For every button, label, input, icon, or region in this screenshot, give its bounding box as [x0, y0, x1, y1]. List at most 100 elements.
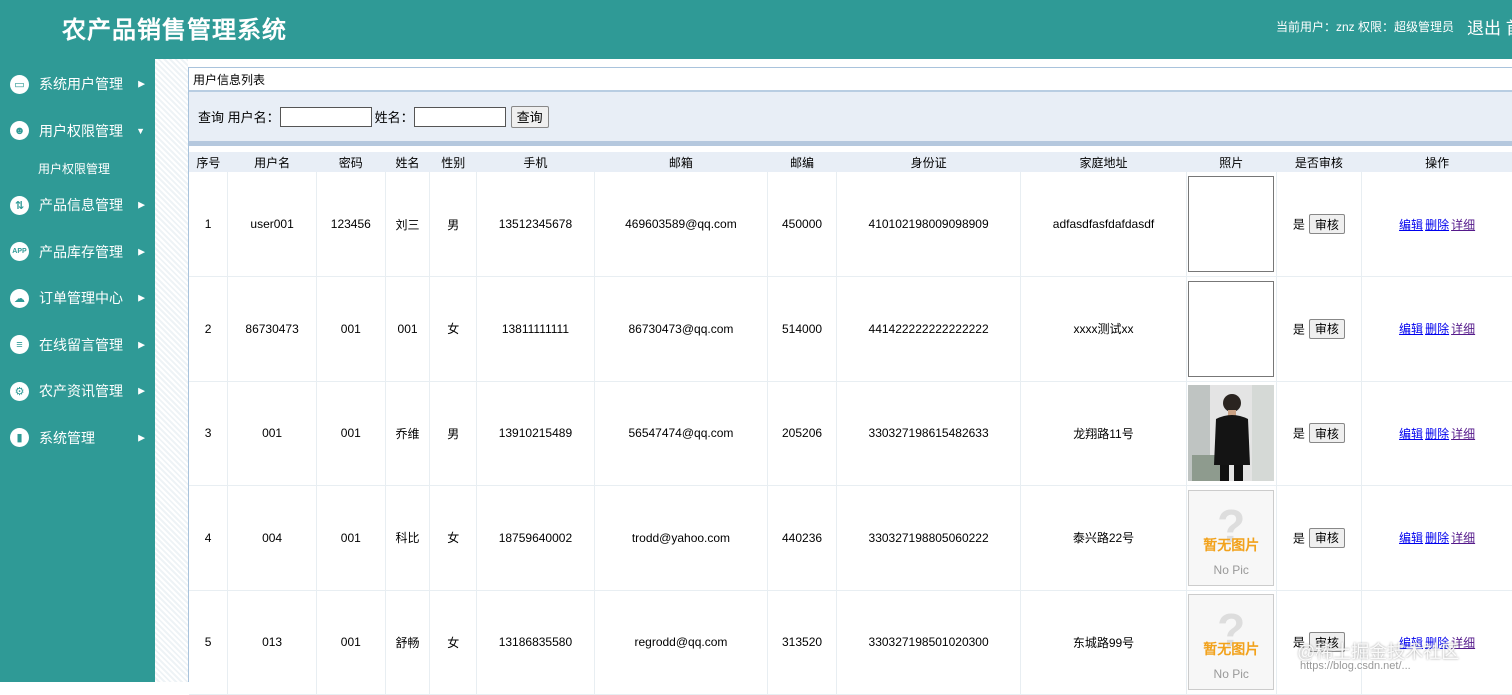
photo-cell	[1186, 276, 1277, 382]
phone-cell: 18759640002	[476, 485, 595, 591]
address-cell: 龙翔路11号	[1020, 381, 1187, 486]
name-cell: 001	[385, 276, 431, 382]
password-cell: 123456	[316, 172, 386, 277]
no-pic-placeholder: ? 暂无图片 No Pic	[1188, 594, 1275, 691]
sidebar-item-label: 用户权限管理	[39, 122, 123, 139]
edit-link[interactable]: 编辑	[1399, 218, 1423, 232]
stack-icon: ≡	[10, 335, 29, 355]
sidebar-item-label: 系统管理	[39, 429, 95, 446]
photo-cell: ? 暂无图片 No Pic	[1186, 485, 1277, 591]
delete-link[interactable]: 删除	[1425, 218, 1449, 232]
name-search-label: 姓名：	[374, 110, 414, 125]
table-row: 3 001 001 乔维男 13910215489 56547474@qq.com 2052…	[189, 381, 1512, 486]
sidebar-item-label: 在线留言管理	[39, 336, 123, 353]
username-cell: 013	[227, 590, 317, 695]
zip-cell: 514000	[767, 276, 837, 382]
sidebar-item-label: 农产资讯管理	[39, 383, 123, 400]
phone-cell: 13811111111	[476, 276, 595, 382]
column-header: 是否审核	[1276, 152, 1362, 172]
audit-button[interactable]: 审核	[1308, 318, 1345, 339]
name-cell: 刘三	[385, 172, 431, 277]
name-search-input[interactable]	[413, 106, 506, 127]
gender-cell: 男	[429, 172, 478, 277]
sidebar-item-messages[interactable]: ≡ 在线留言管理 ▶	[0, 322, 155, 369]
edit-link[interactable]: 编辑	[1399, 531, 1423, 545]
chart-icon: ▮	[10, 428, 29, 448]
username-search-input[interactable]	[279, 106, 372, 127]
panel-title: 用户信息列表	[189, 68, 1512, 92]
password-cell: 001	[316, 276, 386, 382]
audit-cell: 是审核	[1276, 381, 1363, 486]
audit-button[interactable]: 审核	[1308, 527, 1345, 548]
arrows-icon: ⇅	[10, 195, 29, 215]
audit-button[interactable]: 审核	[1308, 214, 1345, 234]
table-row: 4 004 001 科比女 18759640002 trodd@yahoo.com 4402…	[189, 485, 1512, 591]
detail-link[interactable]: 详细	[1451, 531, 1475, 545]
user-photo-blank	[1188, 280, 1275, 377]
current-user-info: 当前用户：znz 权限：超级管理员	[1275, 20, 1454, 34]
phone-cell: 13512345678	[476, 172, 595, 277]
detail-link[interactable]: 详细	[1451, 218, 1475, 232]
sidebar-item-news[interactable]: ⚙ 农产资讯管理 ▶	[0, 368, 155, 415]
chevron-right-icon: ▶	[138, 292, 145, 303]
search-button[interactable]: 查询	[510, 105, 549, 128]
actions-cell: 编辑 删除 详细	[1361, 172, 1512, 277]
sidebar-item-label: 订单管理中心	[39, 290, 123, 307]
settings-icon: ⚙	[10, 381, 29, 401]
monitor-icon: ▭	[10, 74, 29, 94]
column-header: 照片	[1186, 152, 1277, 172]
app-icon: APP	[10, 242, 29, 262]
column-header: 操作	[1361, 152, 1512, 172]
sidebar-item-user-permissions[interactable]: ☻ 用户权限管理 ▼	[0, 108, 155, 155]
row-number: 4	[189, 485, 229, 591]
audit-button[interactable]: 审核	[1308, 423, 1345, 444]
sidebar-item-product-stock[interactable]: APP 产品库存管理 ▶	[0, 229, 155, 276]
column-header: 序号	[189, 152, 228, 172]
username-cell: user001	[227, 172, 317, 277]
user-gear-icon: ☻	[10, 121, 29, 141]
detail-link[interactable]: 详细	[1451, 427, 1475, 441]
delete-link[interactable]: 删除	[1425, 322, 1449, 336]
logout-link[interactable]: 退出 首	[1467, 14, 1512, 39]
sidebar-subitem-user-permissions[interactable]: 用户权限管理	[0, 154, 155, 182]
edit-link[interactable]: 编辑	[1399, 322, 1423, 336]
column-header: 家庭地址	[1020, 152, 1187, 172]
cloud-icon: ☁	[10, 288, 29, 308]
address-cell: xxxx测试xx	[1020, 276, 1187, 382]
no-pic-text: 暂无图片	[1203, 641, 1260, 658]
chevron-right-icon: ▶	[138, 199, 145, 210]
audit-cell: 是审核	[1276, 485, 1363, 591]
watermark-url: https://blog.csdn.net/...	[1300, 660, 1411, 672]
photo-cell: ? 暂无图片 No Pic	[1186, 590, 1277, 695]
address-cell: 东城路99号	[1020, 590, 1187, 695]
column-header: 身份证	[836, 152, 1021, 172]
delete-link[interactable]: 删除	[1425, 427, 1449, 441]
sidebar-item-product-info[interactable]: ⇅ 产品信息管理 ▶	[0, 182, 155, 229]
row-number: 1	[189, 172, 229, 277]
zip-cell: 440236	[767, 485, 837, 591]
row-number: 5	[189, 590, 229, 695]
sidebar-item-system[interactable]: ▮ 系统管理 ▶	[0, 415, 155, 462]
email-cell: regrodd@qq.com	[594, 590, 769, 695]
gender-cell: 男	[429, 381, 478, 486]
email-cell: 86730473@qq.com	[594, 276, 769, 382]
id-card-cell: 330327198615482633	[836, 381, 1022, 486]
id-card-cell: 410102198009098909	[836, 172, 1022, 277]
name-cell: 科比	[385, 485, 431, 591]
delete-link[interactable]: 删除	[1425, 531, 1449, 545]
audit-status: 是	[1292, 426, 1305, 441]
top-header: 农产品销售管理系统 当前用户：znz 权限：超级管理员 退出 首	[0, 0, 1512, 59]
chevron-right-icon: ▶	[138, 78, 145, 89]
photo-cell	[1186, 381, 1277, 486]
audit-status: 是	[1292, 217, 1305, 232]
sidebar-item-orders[interactable]: ☁ 订单管理中心 ▶	[0, 275, 155, 322]
detail-link[interactable]: 详细	[1451, 322, 1475, 336]
username-cell: 86730473	[227, 276, 317, 382]
sidebar-item-system-users[interactable]: ▭ 系统用户管理 ▶	[0, 61, 155, 108]
id-card-cell: 330327198805060222	[836, 485, 1022, 591]
column-header: 用户名	[227, 152, 317, 172]
frame-divider	[155, 59, 188, 682]
photo-cell	[1186, 172, 1277, 277]
edit-link[interactable]: 编辑	[1399, 427, 1423, 441]
username-search-label: 查询 用户名：	[198, 110, 280, 125]
